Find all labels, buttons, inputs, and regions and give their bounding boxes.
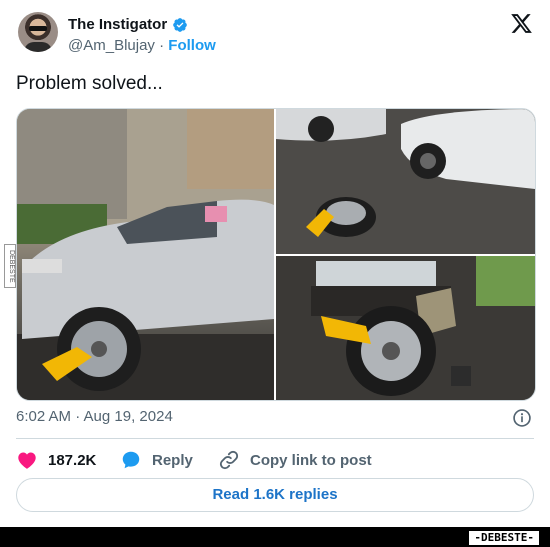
avatar-glasses bbox=[29, 26, 47, 31]
photo-wheel-removed[interactable] bbox=[276, 109, 535, 254]
author-handle-row: @Am_Blujay · Follow bbox=[68, 37, 216, 54]
copy-link-label: Copy link to post bbox=[250, 451, 372, 469]
car-clamp-illustration bbox=[17, 109, 274, 400]
divider bbox=[16, 438, 534, 439]
action-bar: 187.2K Reply Copy link to post bbox=[16, 448, 372, 472]
link-icon bbox=[219, 450, 239, 470]
author-name[interactable]: The Instigator bbox=[68, 16, 167, 33]
copy-link-button[interactable]: Copy link to post bbox=[218, 449, 372, 471]
reply-label: Reply bbox=[152, 451, 193, 469]
trunk-wheel-illustration bbox=[276, 256, 535, 400]
tweet-text: Problem solved... bbox=[16, 73, 163, 94]
separator-dot: · bbox=[159, 37, 165, 54]
wheel-removed-illustration bbox=[276, 109, 535, 254]
photo-car-with-wheel-clamp[interactable] bbox=[17, 109, 274, 400]
tweet-card: The Instigator @Am_Blujay · Follow Probl… bbox=[0, 0, 550, 527]
tweet-timestamp[interactable]: 6:02 AM · Aug 19, 2024 bbox=[16, 408, 173, 425]
like-button[interactable]: 187.2K bbox=[16, 449, 116, 471]
speech-bubble-icon bbox=[122, 451, 140, 469]
photo-trunk-with-wheel[interactable] bbox=[276, 256, 535, 400]
avatar-shirt bbox=[24, 42, 52, 52]
like-count: 187.2K bbox=[48, 451, 97, 469]
follow-button[interactable]: Follow bbox=[168, 37, 216, 54]
x-logo-icon[interactable] bbox=[510, 12, 533, 35]
read-replies-button[interactable]: Read 1.6K replies bbox=[16, 478, 534, 512]
media-grid[interactable] bbox=[16, 108, 536, 401]
info-icon[interactable] bbox=[512, 408, 532, 428]
heart-icon bbox=[18, 452, 36, 469]
author-name-row: The Instigator bbox=[68, 16, 188, 33]
side-watermark: DEBESTE bbox=[4, 244, 16, 288]
author-avatar[interactable] bbox=[18, 12, 58, 52]
verified-badge-icon bbox=[173, 17, 188, 32]
watermark-badge: -DEBESTE- bbox=[468, 530, 540, 546]
author-handle[interactable]: @Am_Blujay bbox=[68, 37, 155, 54]
reply-button[interactable]: Reply bbox=[120, 449, 210, 471]
